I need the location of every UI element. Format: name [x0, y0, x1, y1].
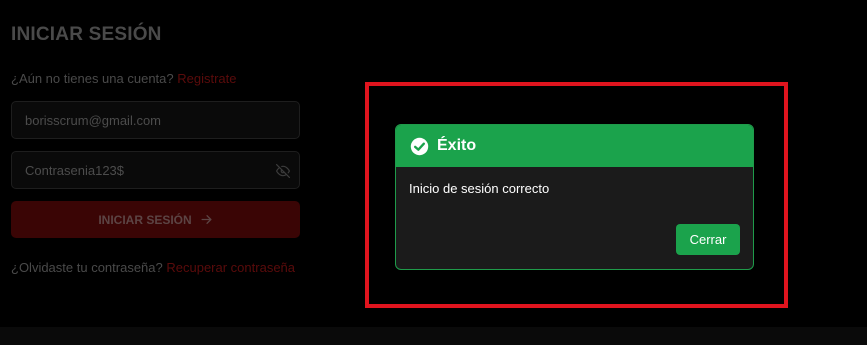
login-title: INICIAR SESIÓN — [11, 24, 162, 45]
signup-prompt: ¿Aún no tienes una cuenta? — [11, 71, 174, 86]
forgot-prompt: ¿Olvidaste tu contraseña? — [11, 260, 163, 275]
password-input[interactable] — [12, 152, 252, 188]
recover-password-link[interactable]: Recuperar contraseña — [166, 260, 295, 275]
check-circle-icon — [410, 137, 429, 155]
modal-header: Éxito — [396, 125, 753, 167]
success-modal: Éxito Inicio de sesión correcto Cerrar — [395, 124, 754, 270]
footer-strip — [0, 327, 867, 345]
arrow-right-icon — [201, 215, 212, 224]
email-input[interactable] — [12, 102, 252, 138]
password-field[interactable] — [11, 151, 300, 189]
signup-link[interactable]: Registrate — [177, 71, 236, 86]
email-field[interactable] — [11, 101, 300, 139]
modal-title: Éxito — [437, 137, 477, 154]
modal-message: Inicio de sesión correcto — [409, 181, 550, 196]
login-submit-label: INICIAR SESIÓN — [98, 212, 192, 227]
signup-line: ¿Aún no tienes una cuenta? Registrate — [11, 71, 237, 86]
close-button[interactable]: Cerrar — [676, 224, 740, 255]
page: INICIAR SESIÓN ¿Aún no tienes una cuenta… — [0, 0, 867, 345]
forgot-password-line: ¿Olvidaste tu contraseña? Recuperar cont… — [11, 260, 295, 275]
eye-off-icon[interactable] — [276, 164, 290, 178]
login-submit-button[interactable]: INICIAR SESIÓN — [11, 201, 300, 238]
